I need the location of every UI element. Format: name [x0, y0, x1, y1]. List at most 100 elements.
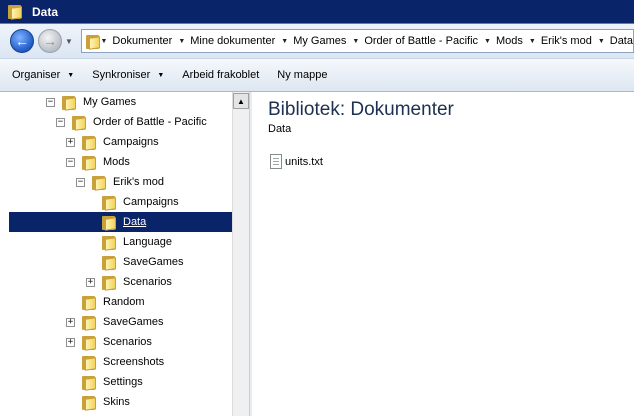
- content-pane: Bibliotek: Dokumenter Data units.txt: [252, 92, 634, 416]
- folder-icon: [92, 175, 106, 191]
- tree-item[interactable]: + Scenarios: [86, 272, 175, 292]
- tree-item[interactable]: Screenshots: [66, 352, 167, 372]
- collapse-icon[interactable]: −: [56, 117, 65, 127]
- tree-item-label: Scenarios: [123, 276, 172, 288]
- folder-icon: [82, 355, 96, 371]
- breadcrumb-item[interactable]: ▼ Erik's mod: [523, 35, 592, 47]
- folder-icon: [82, 315, 96, 331]
- work-offline-button[interactable]: Arbeid frakoblet: [182, 69, 259, 81]
- tree-item-label: Campaigns: [123, 196, 179, 208]
- tree-item-label: Mods: [103, 156, 130, 168]
- new-folder-button[interactable]: Ny mappe: [277, 69, 327, 81]
- tree-item[interactable]: Language: [86, 232, 175, 252]
- chevron-down-icon[interactable]: ▼: [100, 38, 107, 45]
- chevron-down-icon[interactable]: ▼: [281, 38, 288, 45]
- tree-scrollbar[interactable]: ▲: [232, 92, 249, 416]
- tree-item[interactable]: SaveGames: [86, 252, 187, 272]
- library-subtitle: Data: [268, 123, 292, 135]
- tree-item[interactable]: − My Games: [46, 92, 139, 112]
- folder-icon: [82, 395, 96, 411]
- tree-item[interactable]: Skins: [66, 392, 133, 412]
- library-title: Bibliotek: Dokumenter: [268, 99, 454, 120]
- tree-item-label: Screenshots: [103, 356, 165, 368]
- tree-item[interactable]: Settings: [66, 372, 146, 392]
- title-bar: Data: [0, 0, 634, 24]
- folder-icon: [82, 375, 96, 391]
- chevron-down-icon[interactable]: ▼: [529, 38, 536, 45]
- tree-item[interactable]: + Campaigns: [66, 132, 162, 152]
- breadcrumb-label: Data: [609, 35, 633, 47]
- chevron-down-icon: ▼: [67, 71, 75, 79]
- history-dropdown-icon[interactable]: ▼: [65, 37, 73, 46]
- chevron-down-icon[interactable]: ▼: [178, 38, 185, 45]
- tree-item[interactable]: + Scenarios: [66, 332, 155, 352]
- expand-icon[interactable]: +: [66, 337, 75, 347]
- back-button[interactable]: ←: [10, 29, 34, 53]
- folder-icon: [72, 115, 86, 131]
- navigation-tree: − My Games − Order of Battle - Pacific + Camp…: [0, 92, 232, 416]
- folder-icon: [85, 34, 100, 50]
- breadcrumb-label: My Games: [293, 35, 347, 47]
- expand-icon[interactable]: +: [86, 277, 95, 287]
- folder-icon: [102, 275, 116, 291]
- tree-item[interactable]: − Mods: [66, 152, 133, 172]
- tree-item[interactable]: Random: [66, 292, 148, 312]
- tree-item[interactable]: Campaigns: [86, 192, 182, 212]
- file-item[interactable]: units.txt: [270, 154, 323, 169]
- folder-icon: [82, 135, 96, 151]
- collapse-icon[interactable]: −: [66, 157, 75, 167]
- tree-item-label: Order of Battle - Pacific: [93, 116, 207, 128]
- breadcrumb: ▼ Dokumenter ▼ Mine dokumenter ▼ My Games ▼ Ord…: [94, 35, 633, 47]
- expand-icon[interactable]: +: [66, 137, 75, 147]
- tree-item-label: Data: [123, 216, 147, 228]
- tree-item[interactable]: + SaveGames: [66, 312, 167, 332]
- text-file-icon: [270, 154, 282, 169]
- folder-icon: [62, 95, 76, 111]
- breadcrumb-item[interactable]: ▼ Order of Battle - Pacific: [346, 35, 478, 47]
- folder-icon: [82, 335, 96, 351]
- breadcrumb-item[interactable]: ▼ Data: [592, 35, 633, 47]
- collapse-icon[interactable]: −: [76, 177, 85, 187]
- tree-item-label: Settings: [103, 376, 143, 388]
- breadcrumb-item[interactable]: ▼ Dokumenter: [94, 35, 172, 47]
- breadcrumb-item[interactable]: ▼ My Games: [275, 35, 346, 47]
- window-title: Data: [32, 4, 59, 19]
- command-bar: Organiser ▼ Synkroniser ▼ Arbeid frakobl…: [0, 58, 634, 92]
- breadcrumb-label: Erik's mod: [540, 35, 592, 47]
- folder-icon: [102, 255, 116, 271]
- tree-item-label: My Games: [83, 96, 137, 108]
- address-box[interactable]: ▼ Dokumenter ▼ Mine dokumenter ▼ My Games ▼ Ord…: [80, 29, 634, 53]
- tree-item-label: SaveGames: [103, 316, 164, 328]
- breadcrumb-label: Mine dokumenter: [190, 35, 276, 47]
- tree-item[interactable]: − Erik's mod: [76, 172, 167, 192]
- tree-item-label: Scenarios: [103, 336, 152, 348]
- folder-icon: [8, 4, 22, 20]
- organize-button[interactable]: Organiser ▼: [12, 69, 74, 81]
- tree-item-label: Skins: [103, 396, 130, 408]
- scroll-up-button[interactable]: ▲: [233, 93, 249, 109]
- collapse-icon[interactable]: −: [46, 97, 55, 107]
- folder-icon: [102, 195, 116, 211]
- chevron-down-icon[interactable]: ▼: [352, 38, 359, 45]
- sync-label: Synkroniser: [92, 69, 151, 81]
- chevron-down-icon: ▼: [157, 71, 165, 79]
- tree-item[interactable]: − Order of Battle - Pacific: [56, 112, 210, 132]
- chevron-down-icon[interactable]: ▼: [598, 38, 605, 45]
- breadcrumb-item[interactable]: ▼ Mine dokumenter: [172, 35, 275, 47]
- breadcrumb-item[interactable]: ▼ Mods: [478, 35, 523, 47]
- breadcrumb-label: Order of Battle - Pacific: [364, 35, 479, 47]
- forward-button[interactable]: →: [38, 29, 62, 53]
- file-name: units.txt: [285, 155, 323, 168]
- address-bar: ← → ▼ ▼ Dokumenter ▼ Mine dokumenter ▼ My Gam…: [0, 24, 634, 58]
- new-folder-label: Ny mappe: [277, 69, 328, 81]
- folder-icon: [82, 155, 96, 171]
- tree-item-label: Campaigns: [103, 136, 159, 148]
- breadcrumb-label: Dokumenter: [112, 35, 173, 47]
- folder-icon: [102, 235, 116, 251]
- folder-icon: [82, 295, 96, 311]
- sync-button[interactable]: Synkroniser ▼: [92, 69, 164, 81]
- chevron-down-icon[interactable]: ▼: [484, 38, 491, 45]
- tree-item[interactable]: Data: [9, 212, 232, 232]
- work-offline-label: Arbeid frakoblet: [182, 69, 260, 81]
- expand-icon[interactable]: +: [66, 317, 75, 327]
